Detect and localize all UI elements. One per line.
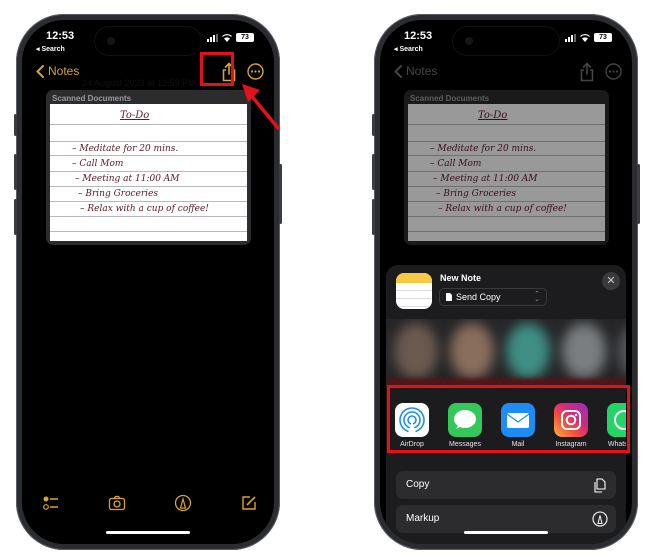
chevron-left-icon: [36, 64, 44, 78]
scanned-page: To-Do – Meditate for 20 mins. – Call Mom…: [408, 104, 605, 241]
contact-avatar[interactable]: [562, 323, 606, 379]
wifi-icon: [580, 33, 590, 42]
dynamic-island: [452, 26, 560, 56]
chevron-left-icon: [394, 64, 402, 78]
contact-avatar[interactable]: [450, 323, 494, 379]
handwriting-title: To-Do: [478, 110, 508, 121]
ellipsis-circle-icon[interactable]: [605, 63, 622, 80]
volume-up-button: [372, 154, 375, 190]
back-to-search-link[interactable]: ◂ Search: [36, 45, 65, 53]
handwriting-line: – Meditate for 20 mins.: [72, 144, 179, 154]
back-label: Notes: [48, 64, 80, 78]
share-button-highlight: [200, 52, 234, 86]
phone-frame-right: 12:53 ◂ Search 73 Notes Scanned Document…: [372, 14, 640, 550]
compose-icon[interactable]: [240, 494, 258, 512]
volume-down-button: [372, 199, 375, 235]
markup-pen-icon: [592, 511, 608, 527]
send-copy-label: Send Copy: [456, 292, 501, 302]
contact-avatar[interactable]: [506, 323, 550, 379]
side-button: [14, 114, 17, 136]
handwriting-title: To-Do: [120, 110, 150, 121]
share-icon[interactable]: [578, 62, 596, 82]
home-indicator[interactable]: [464, 531, 548, 534]
bottom-toolbar: [22, 494, 274, 514]
markup-pen-icon[interactable]: [174, 494, 192, 512]
handwriting-line: – Meditate for 20 mins.: [430, 144, 537, 154]
markup-label: Markup: [406, 513, 440, 524]
volume-up-button: [14, 154, 17, 190]
ellipsis-circle-icon[interactable]: [247, 63, 264, 80]
home-indicator[interactable]: [106, 531, 190, 534]
power-button: [637, 164, 640, 224]
copy-icon: [594, 478, 606, 493]
wifi-icon: [222, 33, 232, 42]
checklist-icon[interactable]: [42, 494, 60, 512]
battery-indicator: 73: [236, 33, 254, 42]
chevron-up-down-icon: ⌃ ⌄: [534, 291, 540, 303]
nav-bar: Notes: [380, 60, 632, 84]
back-to-notes-button[interactable]: Notes: [394, 64, 437, 78]
markup-action[interactable]: Markup: [396, 505, 616, 533]
handwriting-line: – Meeting at 11:00 AM: [433, 174, 538, 184]
handwriting-line: – Bring Groceries: [78, 189, 158, 199]
side-button: [372, 114, 375, 136]
handwriting-line: – Relax with a cup of coffee!: [438, 204, 567, 214]
share-sheet-screen: 12:53 ◂ Search 73 Notes Scanned Document…: [380, 20, 632, 544]
handwriting-line: – Call Mom: [72, 159, 124, 169]
volume-down-button: [14, 199, 17, 235]
share-sheet-title: New Note: [440, 273, 482, 283]
status-time: 12:53: [46, 30, 75, 42]
handwriting-line: – Call Mom: [430, 159, 482, 169]
annotation-arrow-icon: [242, 84, 280, 130]
scanned-page: To-Do – Meditate for 20 mins. – Call Mom…: [50, 104, 247, 241]
copy-label: Copy: [406, 479, 430, 490]
status-time: 12:53: [404, 30, 433, 42]
status-indicators: 73: [565, 33, 612, 42]
power-button: [279, 164, 282, 224]
share-sheet-header: New Note Send Copy ⌃ ⌄ ✕: [386, 265, 626, 319]
handwriting-line: – Relax with a cup of coffee!: [80, 204, 209, 214]
scanned-document-card[interactable]: Scanned Documents To-Do – Meditate for 2…: [46, 90, 251, 245]
send-copy-selector[interactable]: Send Copy ⌃ ⌄: [439, 288, 547, 306]
document-icon: [446, 293, 452, 301]
camera-icon[interactable]: [108, 494, 126, 512]
contact-suggestions-row: [386, 319, 626, 385]
handwriting-line: – Bring Groceries: [436, 189, 516, 199]
back-to-notes-button[interactable]: Notes: [36, 64, 79, 78]
dynamic-island: [94, 26, 202, 56]
back-label: Notes: [406, 64, 438, 78]
handwriting-line: – Meeting at 11:00 AM: [75, 174, 180, 184]
contact-avatar[interactable]: [618, 323, 626, 379]
copy-action[interactable]: Copy: [396, 471, 616, 499]
battery-indicator: 73: [594, 33, 612, 42]
notes-screen: 12:53 ◂ Search 73 Notes 24 August 2023 a…: [22, 20, 274, 544]
contact-avatar[interactable]: [394, 323, 438, 379]
cellular-signal-icon: [207, 33, 218, 42]
close-icon[interactable]: ✕: [602, 272, 620, 290]
status-indicators: 73: [207, 33, 254, 42]
app-row-highlight: [387, 385, 630, 453]
scanned-document-card: Scanned Documents To-Do – Meditate for 2…: [404, 90, 609, 245]
cellular-signal-icon: [565, 33, 576, 42]
back-to-search-link[interactable]: ◂ Search: [394, 45, 423, 53]
notes-app-icon: [396, 273, 432, 309]
nav-bar: Notes 24 August 2023 at 12:53 PM: [22, 60, 274, 88]
note-date: 24 August 2023 at 12:53 PM: [82, 78, 196, 88]
